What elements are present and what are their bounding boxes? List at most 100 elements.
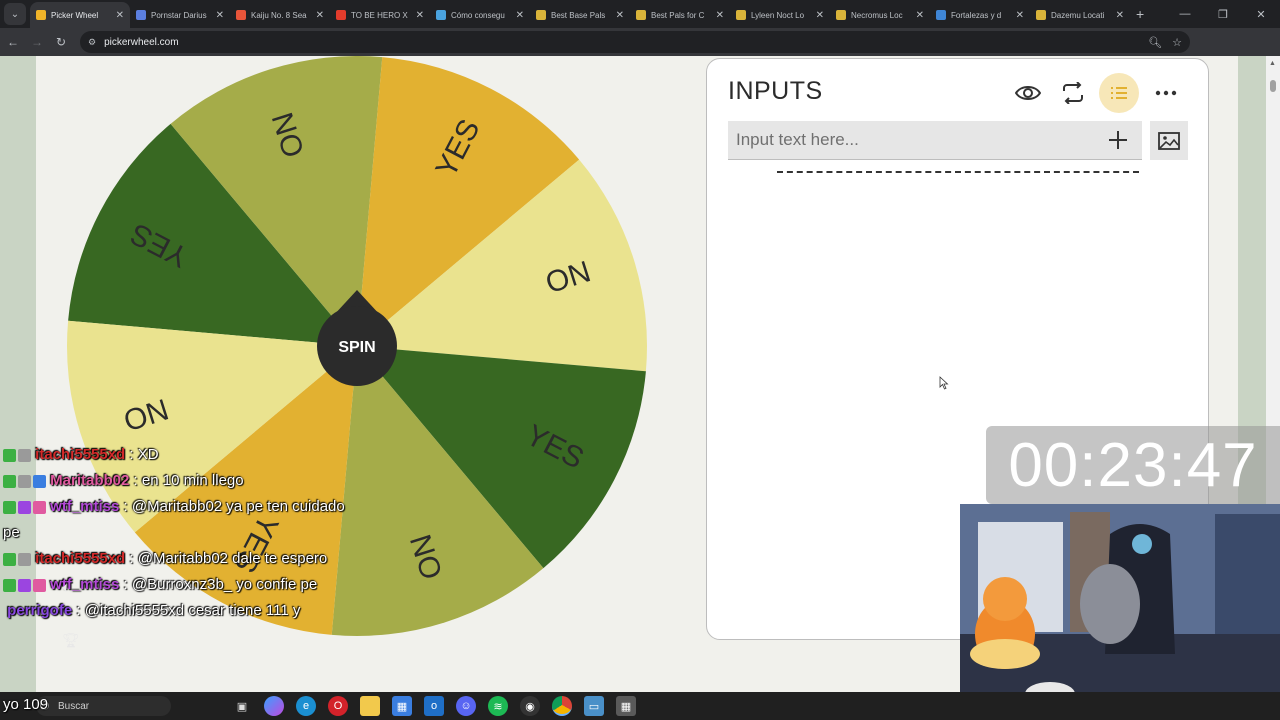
- spotify-icon[interactable]: ≋: [488, 696, 508, 716]
- calculator-icon[interactable]: ▦: [616, 696, 636, 716]
- zoom-icon[interactable]: 🔍︎: [1148, 36, 1162, 49]
- chat-badge-icon: [18, 474, 31, 488]
- edge-icon[interactable]: e: [296, 696, 316, 716]
- url-text: pickerwheel.com: [104, 36, 179, 48]
- site-info-icon[interactable]: ⚙: [88, 37, 96, 48]
- chat-badge-icon: [3, 552, 16, 566]
- task-view-icon[interactable]: ▣: [232, 696, 252, 716]
- image-icon: [1158, 131, 1180, 150]
- back-icon[interactable]: ←: [2, 35, 24, 49]
- obs-icon[interactable]: ◉: [520, 696, 540, 716]
- chat-badge-icon: [3, 578, 16, 592]
- tab-close-icon[interactable]: ✕: [116, 10, 124, 21]
- tab-close-icon[interactable]: ✕: [616, 10, 624, 21]
- scroll-up-icon[interactable]: ▲: [1269, 60, 1276, 67]
- tab-title: TO BE HERO X: [351, 10, 408, 20]
- scrollbar-thumb[interactable]: [1270, 80, 1276, 92]
- entry-input-row: [728, 121, 1142, 160]
- outlook-icon[interactable]: o: [424, 696, 444, 716]
- chat-username: itachi5555xd: [35, 550, 126, 567]
- chat-text: : @Maritabb02 dale te espero: [129, 550, 328, 567]
- tab-search-icon[interactable]: ⌄: [4, 3, 26, 25]
- tab-favicon-icon: [436, 10, 446, 20]
- chat-text: : @Burroxnz3b_ yo confie pe: [123, 576, 318, 593]
- tab-close-icon[interactable]: ✕: [216, 10, 224, 21]
- tab-close-icon[interactable]: ✕: [316, 10, 324, 21]
- list-view-icon[interactable]: [1099, 73, 1139, 113]
- chat-text: : @itachi5555xd cesar tiene 111 y: [76, 602, 301, 619]
- chat-badge-icon: [18, 500, 31, 514]
- chat-badge-icon: [33, 500, 46, 514]
- chat-overflow-text: yo 109: [3, 696, 49, 713]
- browser-tab[interactable]: Lyleen Noct Lo ✕: [730, 2, 830, 28]
- tab-close-icon[interactable]: ✕: [716, 10, 724, 21]
- store-icon[interactable]: ▦: [392, 696, 412, 716]
- chat-badges: [3, 552, 31, 566]
- copilot-icon[interactable]: [264, 696, 284, 716]
- window-controls: — ❐ ✕: [1166, 0, 1280, 28]
- taskbar-search-label: Buscar: [58, 700, 90, 712]
- minimize-icon[interactable]: —: [1166, 8, 1204, 20]
- file-explorer-icon[interactable]: [360, 696, 380, 716]
- chat-badge-icon: [33, 474, 46, 488]
- hide-entries-eye-icon[interactable]: [1008, 73, 1048, 113]
- chrome-icon[interactable]: [552, 696, 572, 716]
- browser-tab[interactable]: Dazemu Locati ✕: [1030, 2, 1130, 28]
- tab-title: Pornstar Darius: [151, 10, 207, 20]
- browser-tab[interactable]: Best Pals for C ✕: [630, 2, 730, 28]
- chat-username: itachi5555xd: [35, 446, 126, 463]
- browser-tab[interactable]: Necromus Loc ✕: [830, 2, 930, 28]
- new-tab-icon[interactable]: +: [1136, 6, 1144, 22]
- chat-badge-icon: [3, 448, 16, 462]
- chat-badges: [3, 448, 31, 462]
- chat-badge-icon: [33, 578, 46, 592]
- tab-favicon-icon: [836, 10, 846, 20]
- browser-tab[interactable]: TO BE HERO X ✕: [330, 2, 430, 28]
- close-window-icon[interactable]: ✕: [1242, 8, 1280, 21]
- add-entry-plus-icon[interactable]: [1106, 128, 1130, 152]
- taskbar-search[interactable]: Buscar: [36, 696, 171, 716]
- tab-close-icon[interactable]: ✕: [1116, 10, 1124, 21]
- tab-close-icon[interactable]: ✕: [416, 10, 424, 21]
- tab-favicon-icon: [936, 10, 946, 20]
- forward-icon[interactable]: →: [26, 35, 48, 49]
- webcam-overlay: [960, 504, 1280, 692]
- browser-tab[interactable]: Cómo consegu ✕: [430, 2, 530, 28]
- browser-tab[interactable]: Kaiju No. 8 Sea ✕: [230, 2, 330, 28]
- omnibox[interactable]: ⚙ pickerwheel.com 🔍︎ ☆: [80, 31, 1190, 53]
- browser-tab[interactable]: Picker Wheel ✕: [30, 2, 130, 28]
- opera-icon[interactable]: O: [328, 696, 348, 716]
- address-bar: ← → ↻ ⚙ pickerwheel.com 🔍︎ ☆ ⧉ ⋮: [0, 28, 1280, 77]
- add-image-button[interactable]: [1150, 121, 1188, 160]
- tab-close-icon[interactable]: ✕: [816, 10, 824, 21]
- browser-tab[interactable]: Best Base Pals ✕: [530, 2, 630, 28]
- tab-close-icon[interactable]: ✕: [1016, 10, 1024, 21]
- browser-tab[interactable]: Fortalezas y d ✕: [930, 2, 1030, 28]
- tab-close-icon[interactable]: ✕: [916, 10, 924, 21]
- chat-badges: [3, 474, 46, 488]
- tab-favicon-icon: [136, 10, 146, 20]
- tab-close-icon[interactable]: ✕: [516, 10, 524, 21]
- tab-title: Necromus Loc: [851, 10, 903, 20]
- trophy-icon: 🏆︎: [62, 632, 80, 648]
- chat-username: wtf_mtiss: [50, 576, 120, 593]
- more-options-icon[interactable]: [1146, 73, 1186, 113]
- maximize-icon[interactable]: ❐: [1204, 8, 1242, 21]
- tab-title: Lyleen Noct Lo: [751, 10, 805, 20]
- chat-badge-icon: [3, 474, 16, 488]
- app-window-icon[interactable]: ▭: [584, 696, 604, 716]
- bookmark-star-icon[interactable]: ☆: [1172, 36, 1182, 49]
- reload-icon[interactable]: ↻: [50, 35, 72, 49]
- chat-message: itachi5555xd : @Maritabb02 dale te esper…: [0, 546, 360, 572]
- stream-timer: 00:23:47: [986, 426, 1280, 504]
- chat-badges: [3, 578, 46, 592]
- shuffle-repeat-icon[interactable]: [1053, 73, 1093, 113]
- entry-text-input[interactable]: [728, 130, 1098, 150]
- browser-tab[interactable]: Pornstar Darius ✕: [130, 2, 230, 28]
- chat-message: Maritabb02 : en 10 min llego: [0, 468, 360, 494]
- inputs-title: INPUTS: [728, 77, 823, 105]
- chat-username: wtf_mtiss: [50, 498, 120, 515]
- spin-label[interactable]: SPIN: [338, 339, 375, 356]
- discord-icon[interactable]: ☺: [456, 696, 476, 716]
- chat-badge-icon: [18, 448, 31, 462]
